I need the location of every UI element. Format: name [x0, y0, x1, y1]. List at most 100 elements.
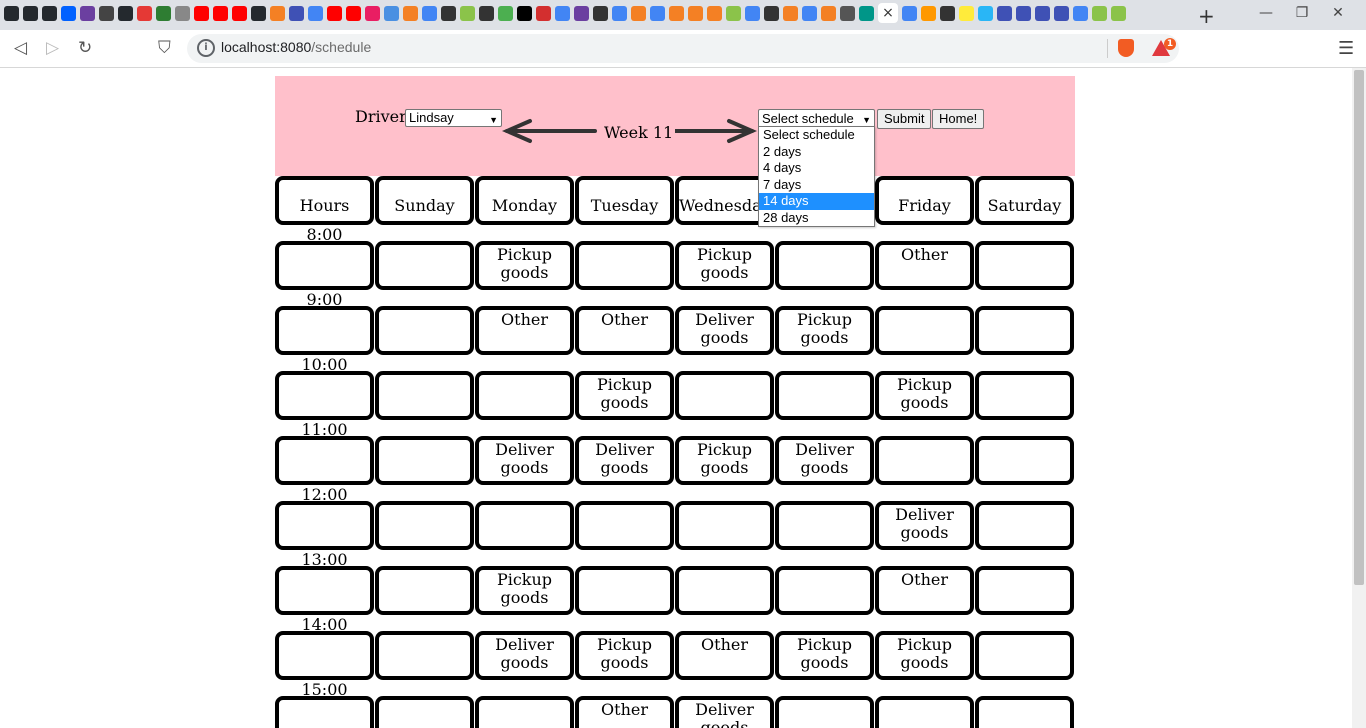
schedule-cell[interactable]: Pickup goods [875, 371, 974, 420]
schedule-cell[interactable] [475, 696, 574, 728]
scrollbar-thumb[interactable] [1354, 70, 1364, 585]
tab-favicon-icon[interactable] [80, 6, 95, 21]
tab-favicon-icon[interactable] [688, 6, 703, 21]
tab-favicon-icon[interactable] [175, 6, 190, 21]
schedule-cell[interactable] [675, 501, 774, 550]
schedule-cell[interactable] [275, 241, 374, 290]
tab-favicon-icon[interactable] [574, 6, 589, 21]
tab-favicon-icon[interactable] [726, 6, 741, 21]
schedule-cell[interactable] [475, 501, 574, 550]
tab-favicon-icon[interactable] [517, 6, 532, 21]
tab-favicon-icon[interactable] [764, 6, 779, 21]
new-tab-button[interactable]: + [1198, 4, 1215, 28]
schedule-cell[interactable] [275, 696, 374, 728]
back-icon[interactable]: ◁ [14, 38, 27, 58]
address-bar[interactable]: i localhost:8080/schedule [187, 34, 1179, 63]
tab-favicon-icon[interactable] [1016, 6, 1031, 21]
schedule-cell[interactable]: Deliver goods [475, 436, 574, 485]
schedule-cell[interactable] [275, 436, 374, 485]
schedule-cell[interactable]: Pickup goods [475, 241, 574, 290]
schedule-cell[interactable]: Pickup goods [875, 631, 974, 680]
forward-icon[interactable]: ▷ [46, 38, 59, 58]
schedule-cell[interactable] [775, 371, 874, 420]
schedule-cell[interactable] [375, 371, 474, 420]
schedule-cell[interactable] [475, 371, 574, 420]
brave-shield-icon[interactable] [1118, 39, 1134, 57]
site-info-icon[interactable]: i [197, 39, 215, 57]
tab-favicon-icon[interactable] [978, 6, 993, 21]
schedule-cell[interactable] [375, 566, 474, 615]
tab-favicon-icon[interactable] [631, 6, 646, 21]
bookmark-icon[interactable]: ⛉ [158, 38, 171, 58]
schedule-cell[interactable]: Other [675, 631, 774, 680]
vertical-scrollbar[interactable] [1352, 68, 1366, 728]
schedule-cell[interactable] [275, 371, 374, 420]
tab-favicon-icon[interactable] [940, 6, 955, 21]
schedule-cell[interactable]: Other [575, 696, 674, 728]
tab-favicon-icon[interactable] [921, 6, 936, 21]
tab-favicon-icon[interactable] [23, 6, 38, 21]
tab-favicon-icon[interactable] [1035, 6, 1050, 21]
tab-favicon-icon[interactable] [422, 6, 437, 21]
schedule-cell[interactable] [575, 566, 674, 615]
tab-favicon-icon[interactable] [403, 6, 418, 21]
tab-favicon-icon[interactable] [1111, 6, 1126, 21]
schedule-cell[interactable]: Other [575, 306, 674, 355]
tab-favicon-icon[interactable] [479, 6, 494, 21]
schedule-cell[interactable] [375, 241, 474, 290]
tab-favicon-icon[interactable] [821, 6, 836, 21]
tab-favicon-icon[interactable] [840, 6, 855, 21]
tab-favicon-icon[interactable] [270, 6, 285, 21]
tab-favicon-icon[interactable] [859, 6, 874, 21]
schedule-cell[interactable] [775, 241, 874, 290]
tab-favicon-icon[interactable] [99, 6, 114, 21]
menu-icon[interactable]: ☰ [1338, 38, 1354, 59]
schedule-cell[interactable] [975, 306, 1074, 355]
tab-favicon-icon[interactable] [783, 6, 798, 21]
schedule-cell[interactable] [375, 306, 474, 355]
schedule-cell[interactable] [775, 501, 874, 550]
tab-favicon-icon[interactable] [327, 6, 342, 21]
close-window-button[interactable]: ✕ [1320, 5, 1356, 21]
tab-favicon-icon[interactable] [194, 6, 209, 21]
schedule-cell[interactable] [975, 566, 1074, 615]
schedule-cell[interactable] [775, 566, 874, 615]
schedule-cell[interactable] [975, 501, 1074, 550]
tab-favicon-icon[interactable] [137, 6, 152, 21]
schedule-cell[interactable]: Pickup goods [675, 241, 774, 290]
schedule-cell[interactable] [775, 696, 874, 728]
previous-week-arrow-icon[interactable] [501, 119, 597, 143]
reload-icon[interactable]: ↻ [78, 38, 92, 58]
schedule-cell[interactable] [275, 501, 374, 550]
schedule-option[interactable]: 2 days [759, 144, 874, 161]
schedule-cell[interactable] [975, 241, 1074, 290]
tab-favicon-icon[interactable] [308, 6, 323, 21]
tab-favicon-icon[interactable] [1073, 6, 1088, 21]
schedule-cell[interactable]: Other [875, 241, 974, 290]
schedule-cell[interactable]: Deliver goods [675, 306, 774, 355]
tab-favicon-icon[interactable] [745, 6, 760, 21]
tab-favicon-icon[interactable] [289, 6, 304, 21]
tab-favicon-icon[interactable] [802, 6, 817, 21]
schedule-cell[interactable]: Deliver goods [775, 436, 874, 485]
schedule-cell[interactable] [575, 241, 674, 290]
schedule-option[interactable]: 7 days [759, 177, 874, 194]
minimize-button[interactable]: — [1248, 5, 1284, 21]
schedule-cell[interactable] [975, 631, 1074, 680]
schedule-cell[interactable] [375, 631, 474, 680]
tab-favicon-icon[interactable] [213, 6, 228, 21]
url-text[interactable]: localhost:8080/schedule [221, 39, 371, 55]
tab-favicon-icon[interactable] [232, 6, 247, 21]
tab-favicon-icon[interactable] [346, 6, 361, 21]
schedule-cell[interactable]: Other [475, 306, 574, 355]
tab-favicon-icon[interactable] [460, 6, 475, 21]
tab-favicon-icon[interactable] [42, 6, 57, 21]
tab-favicon-icon[interactable] [669, 6, 684, 21]
schedule-cell[interactable] [875, 696, 974, 728]
schedule-option[interactable]: 28 days [759, 210, 874, 227]
tab-favicon-icon[interactable] [555, 6, 570, 21]
schedule-cell[interactable] [575, 501, 674, 550]
schedule-cell[interactable]: Pickup goods [575, 631, 674, 680]
next-week-arrow-icon[interactable] [660, 119, 758, 143]
tab-favicon-icon[interactable] [536, 6, 551, 21]
